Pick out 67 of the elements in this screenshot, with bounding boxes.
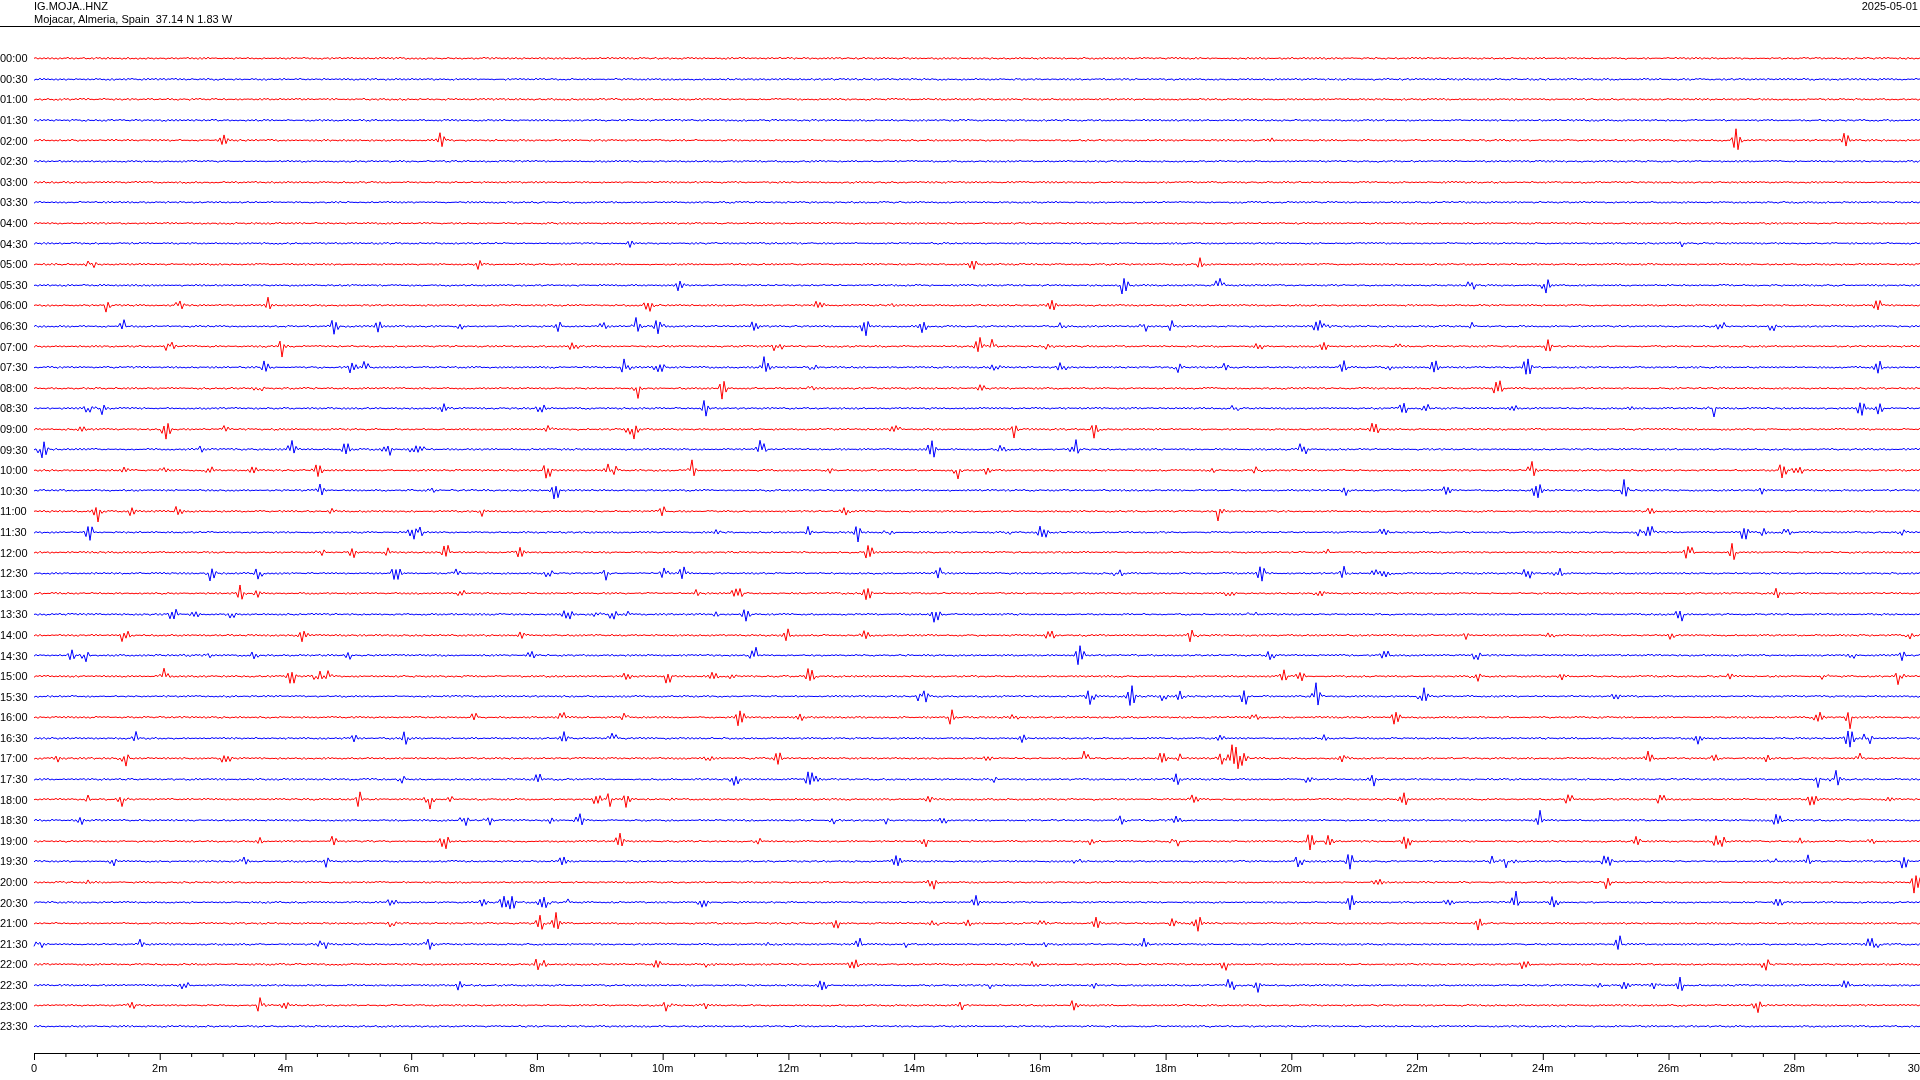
- axis-tick-label: 20m: [1280, 1061, 1303, 1075]
- time-label: 13:30: [0, 608, 29, 621]
- time-label: 10:30: [0, 484, 29, 497]
- time-label: 05:30: [0, 278, 29, 291]
- axis-tick-label: 28m: [1783, 1061, 1805, 1075]
- time-label: 15:30: [0, 690, 29, 703]
- time-label: 19:00: [0, 834, 29, 847]
- time-label: 12:30: [0, 567, 29, 580]
- time-label: 12:00: [0, 546, 29, 559]
- axis-tick-label: 12m: [777, 1061, 800, 1075]
- time-label: 06:30: [0, 320, 29, 332]
- time-label: 06:00: [0, 299, 29, 312]
- axis-tick-label: 18m: [1154, 1061, 1177, 1075]
- time-label: 21:30: [0, 937, 29, 950]
- time-label: 02:30: [0, 155, 29, 168]
- date-label: 2025-05-01: [1861, 0, 1918, 14]
- time-label: 03:00: [0, 175, 29, 188]
- time-label: 08:30: [0, 402, 29, 415]
- time-label: 15:00: [0, 670, 29, 683]
- axis-tick-label: 14m: [903, 1061, 925, 1075]
- time-label: 13:00: [0, 587, 29, 600]
- axis-tick-label: 8m: [529, 1061, 545, 1075]
- time-label: 23:00: [0, 999, 29, 1012]
- axis-tick-label: 16m: [1029, 1061, 1051, 1075]
- time-label: 11:30: [0, 525, 28, 538]
- time-label: 18:00: [0, 793, 29, 806]
- time-label: 07:00: [0, 340, 29, 353]
- time-label: 02:00: [0, 134, 29, 147]
- time-label: 05:00: [0, 258, 29, 271]
- time-label: 04:30: [0, 237, 29, 250]
- axis-tick-label: 22m: [1406, 1061, 1428, 1075]
- axis-tick-label: 4m: [277, 1061, 294, 1075]
- axis-tick-label: 30: [1907, 1061, 1920, 1075]
- time-label: 03:30: [0, 196, 29, 209]
- time-label: 00:00: [0, 52, 29, 65]
- axis-tick-label: 2m: [152, 1061, 168, 1075]
- time-label: 19:30: [0, 855, 29, 868]
- time-label: 21:00: [0, 917, 29, 930]
- time-label: 18:30: [0, 814, 29, 827]
- station-location: Mojacar, Almeria, Spain 37.14 N 1.83 W: [34, 13, 233, 26]
- time-label: 09:00: [0, 423, 29, 435]
- time-label: 20:00: [0, 876, 29, 889]
- time-label: 01:00: [0, 93, 29, 106]
- time-label: 14:00: [0, 628, 29, 641]
- time-label: 14:30: [0, 649, 29, 662]
- time-label: 10:00: [0, 464, 29, 477]
- time-label: 17:00: [0, 752, 29, 765]
- time-label: 01:30: [0, 114, 29, 127]
- time-label: 20:30: [0, 896, 29, 909]
- time-label: 08:00: [0, 381, 29, 394]
- axis-tick-label: 26m: [1657, 1061, 1680, 1075]
- time-label: 04:00: [0, 217, 29, 230]
- axis-tick-label: 24m: [1532, 1061, 1554, 1075]
- time-label: 23:30: [0, 1020, 29, 1033]
- axis-tick-label: 10m: [651, 1061, 674, 1075]
- time-label: 09:30: [0, 443, 29, 456]
- time-label: 22:00: [0, 958, 29, 971]
- time-label: 07:30: [0, 361, 29, 374]
- axis-tick-label: 0: [30, 1061, 38, 1075]
- time-label: 16:00: [0, 711, 29, 724]
- time-label: 00:30: [0, 72, 29, 85]
- time-label: 16:30: [0, 731, 29, 744]
- time-label: 22:30: [0, 979, 29, 991]
- axis-tick-label: 6m: [403, 1061, 419, 1075]
- time-label: 17:30: [0, 773, 29, 786]
- station-code: IG.MOJA..HNZ: [34, 0, 109, 13]
- time-label: 11:00: [0, 505, 28, 518]
